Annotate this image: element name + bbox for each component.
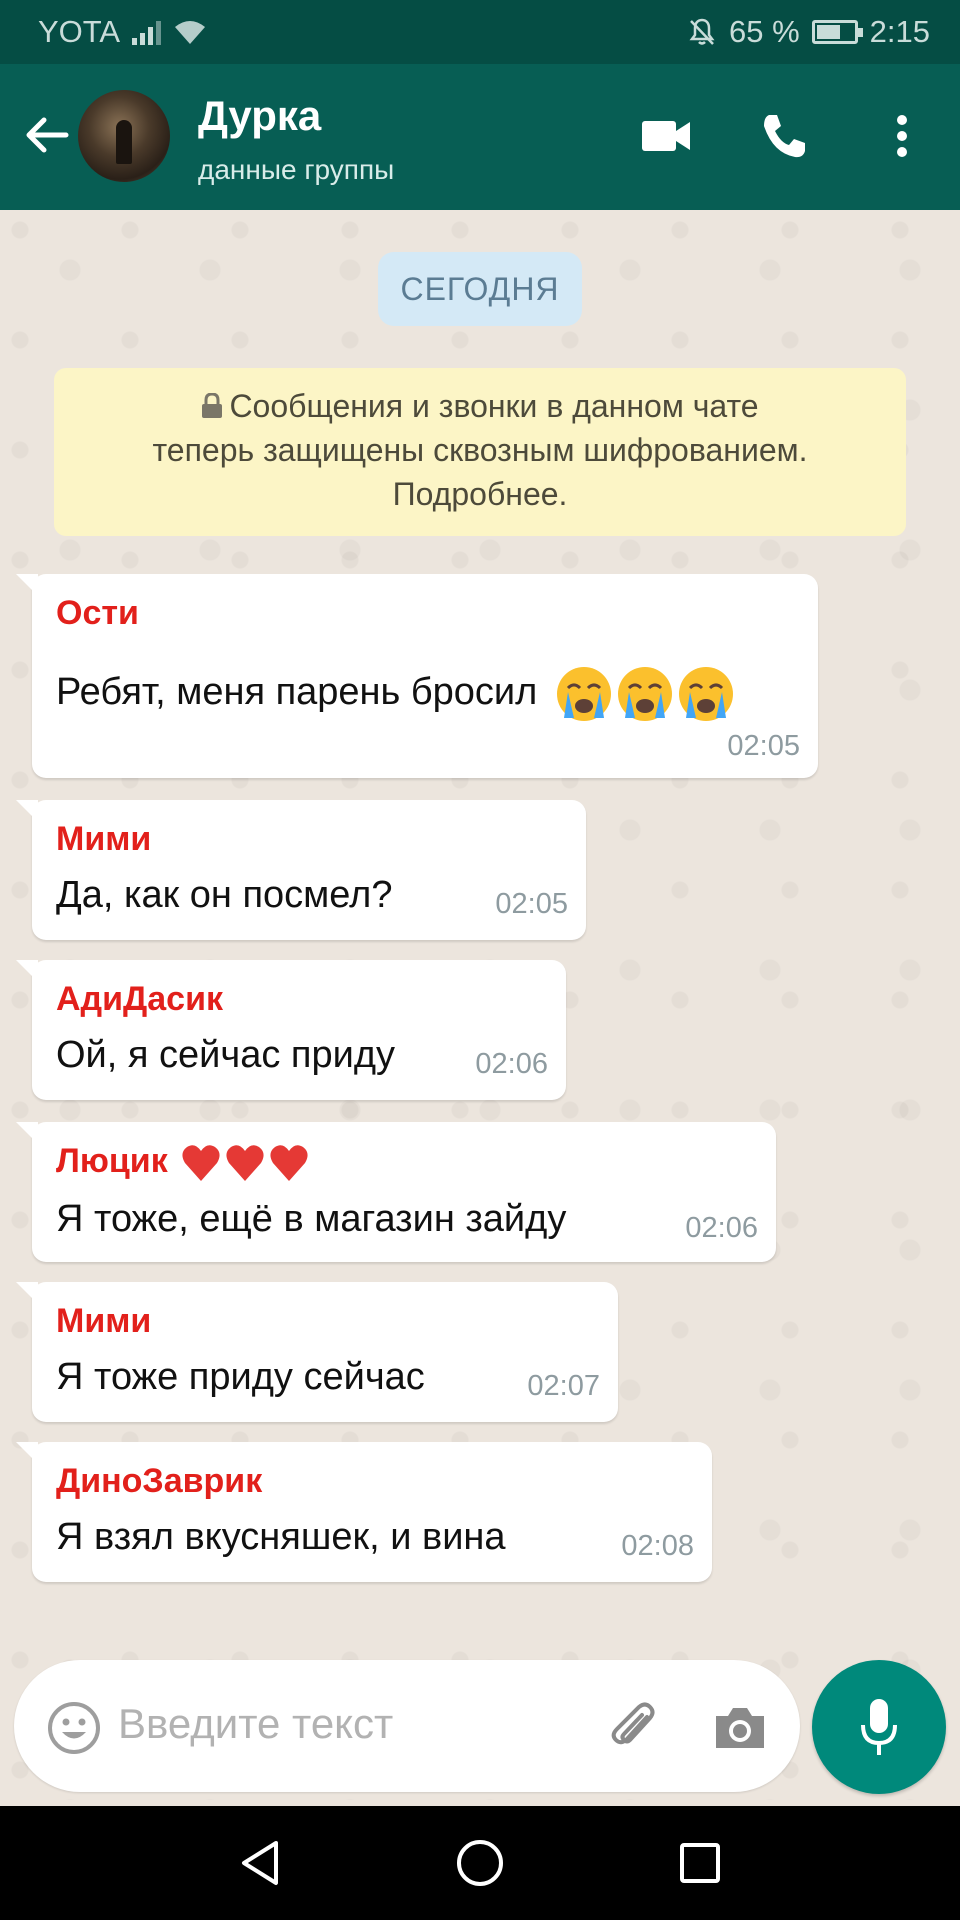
message-time: 02:08 <box>621 1530 694 1562</box>
sender-name[interactable]: Мими <box>56 820 151 859</box>
nav-recents-icon[interactable] <box>670 1833 730 1893</box>
message-text: Ой, я сейчас приду <box>56 1034 395 1076</box>
emoji-icon[interactable] <box>44 1698 104 1758</box>
message-bubble[interactable]: Люцик Я тоже, ещё в магазин зайду 02:06 <box>16 1122 776 1262</box>
battery-icon <box>811 20 863 44</box>
mic-button[interactable] <box>812 1660 946 1794</box>
mic-icon <box>861 1699 897 1755</box>
nav-home-icon[interactable] <box>450 1833 510 1893</box>
message-bubble[interactable]: Мими Я тоже приду сейчас 02:07 <box>16 1282 618 1422</box>
sender-name[interactable]: ДиноЗаврик <box>56 1462 262 1501</box>
message-text: Я тоже приду сейчас <box>56 1356 425 1398</box>
battery-percent: 65 % <box>728 14 800 49</box>
message-time: 02:05 <box>495 888 568 920</box>
sender-name[interactable]: АдиДасик <box>56 980 223 1019</box>
message-bubble[interactable]: ДиноЗаврик Я взял вкусняшек, и вина 02:0… <box>16 1442 712 1582</box>
camera-icon[interactable] <box>710 1698 770 1758</box>
red-heart-emoji <box>182 1145 308 1182</box>
wifi-icon <box>175 21 206 44</box>
mute-bell-icon <box>689 18 715 45</box>
system-nav-bar <box>0 1806 960 1920</box>
status-right: 65 % 2:15 <box>687 14 930 50</box>
lock-icon <box>202 393 223 418</box>
message-time: 02:07 <box>527 1370 600 1402</box>
back-arrow-icon[interactable] <box>20 108 74 162</box>
message-input[interactable]: Введите текст <box>118 1700 393 1748</box>
encryption-notice-line1: Сообщения и звонки в данном чате <box>54 384 906 428</box>
message-text: Я взял вкусняшек, и вина <box>56 1516 506 1558</box>
chat-title[interactable]: Дурка <box>198 92 321 140</box>
message-bubble[interactable]: Ости Ребят, меня парень бросил 02:05 <box>16 574 818 778</box>
clock: 2:15 <box>869 14 930 49</box>
encryption-notice[interactable]: Сообщения и звонки в данном чате теперь … <box>54 368 906 536</box>
sender-name[interactable]: Мими <box>56 1302 151 1341</box>
date-chip: СЕГОДНЯ <box>378 252 582 326</box>
chat-area[interactable]: СЕГОДНЯ Сообщения и звонки в данном чате… <box>0 210 960 1800</box>
status-bar: YOTA 65 % 2:15 <box>0 0 960 64</box>
nav-back-icon[interactable] <box>230 1833 290 1893</box>
message-text: Я тоже, ещё в магазин зайду <box>56 1198 567 1240</box>
message-time: 02:06 <box>475 1048 548 1080</box>
sender-name[interactable]: Ости <box>56 594 139 633</box>
message-input-bar[interactable]: Введите текст <box>14 1660 800 1792</box>
crying-face-emoji <box>554 665 736 723</box>
message-text: Ребят, меня парень бросил <box>56 664 736 724</box>
status-left: YOTA <box>38 14 207 50</box>
encryption-notice-line3[interactable]: Подробнее. <box>54 472 906 516</box>
chat-subtitle[interactable]: данные группы <box>198 154 394 186</box>
phone-icon[interactable] <box>754 106 814 166</box>
signal-icon <box>132 19 162 45</box>
sender-name[interactable]: Люцик <box>56 1142 313 1183</box>
carrier-label: YOTA <box>38 14 121 49</box>
attach-icon[interactable] <box>606 1698 666 1758</box>
message-time: 02:06 <box>685 1212 758 1244</box>
message-time: 02:05 <box>727 730 800 762</box>
group-avatar[interactable] <box>78 90 170 182</box>
message-bubble[interactable]: АдиДасик Ой, я сейчас приду 02:06 <box>16 960 566 1100</box>
message-bubble[interactable]: Мими Да, как он посмел? 02:05 <box>16 800 586 940</box>
chat-header: Дурка данные группы <box>0 64 960 210</box>
message-text: Да, как он посмел? <box>56 874 393 916</box>
encryption-notice-line2: теперь защищены сквозным шифрованием. <box>152 432 808 468</box>
video-call-icon[interactable] <box>636 106 696 166</box>
more-vert-icon[interactable] <box>872 106 932 166</box>
